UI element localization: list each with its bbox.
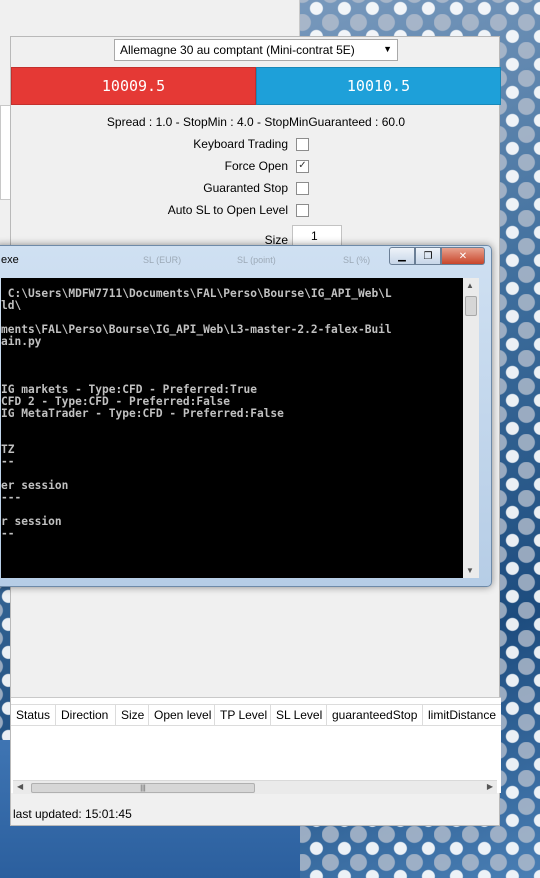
console-text: C:\Users\MDFW7711\Documents\FAL\Perso\Bo… xyxy=(1,288,463,564)
price-row: 10009.5 10010.5 xyxy=(11,67,501,105)
column-header[interactable]: Size xyxy=(116,705,149,725)
horizontal-scrollbar[interactable]: ◀ ||| ▶ xyxy=(13,780,497,794)
ghost-header: SL (%) xyxy=(343,255,371,265)
size-input[interactable]: 1 xyxy=(292,225,342,247)
option-guaranted-stop[interactable]: Guaranted Stop xyxy=(11,179,309,197)
scroll-down-icon[interactable]: ▼ xyxy=(466,566,474,575)
maximize-button[interactable]: ❐ xyxy=(415,247,441,265)
minimize-button[interactable]: ▁ xyxy=(389,247,415,265)
force-open-checkbox[interactable]: ✓ xyxy=(296,159,309,173)
close-icon: ✕ xyxy=(458,250,468,262)
console-line: C:\Users\MDFW7711\Documents\FAL\Perso\Bo… xyxy=(1,287,392,300)
minimize-icon: ▁ xyxy=(398,250,406,262)
spread-info: Spread : 1.0 - StopMin : 4.0 - StopMinGu… xyxy=(106,115,406,129)
auto-sl-checkbox[interactable] xyxy=(296,203,309,217)
console-line: ld\ xyxy=(1,299,22,312)
instrument-select[interactable]: Allemagne 30 au comptant (Mini-contrat 5… xyxy=(114,39,398,61)
option-label: Force Open xyxy=(224,159,288,173)
console-line: IG MetaTrader - Type:CFD - Preferred:Fal… xyxy=(1,407,284,420)
sell-price: 10009.5 xyxy=(101,77,166,95)
console-line: --- xyxy=(1,491,22,504)
console-line: ain.py xyxy=(1,335,42,348)
option-label: Keyboard Trading xyxy=(193,137,288,151)
column-header[interactable]: SL Level xyxy=(271,705,327,725)
ghost-header: SL (point) xyxy=(237,255,276,265)
scroll-left-icon[interactable]: ◀ xyxy=(17,782,23,791)
chevron-down-icon[interactable]: ▼ xyxy=(383,44,392,54)
console-line: TZ xyxy=(1,443,15,456)
console-window: exe SL (EUR) SL (point) SL (%) ▁ ❐ ✕ C:\… xyxy=(0,245,492,587)
option-force-open[interactable]: Force Open ✓ xyxy=(11,157,309,175)
column-header[interactable]: TP Level xyxy=(215,705,271,725)
close-button[interactable]: ✕ xyxy=(441,247,485,265)
size-value: 1 xyxy=(311,229,318,243)
vertical-scrollbar[interactable]: ▲ ▼ xyxy=(463,278,479,578)
sell-button[interactable]: 10009.5 xyxy=(11,67,256,105)
option-label: Guaranted Stop xyxy=(203,181,288,195)
console-line: ments\FAL\Perso\Bourse\IG_API_Web\L3-mas… xyxy=(1,323,392,336)
option-keyboard-trading[interactable]: Keyboard Trading xyxy=(11,135,309,153)
positions-table: Status Direction Size Open level TP Leve… xyxy=(11,697,501,794)
column-header[interactable]: Direction xyxy=(56,705,116,725)
option-label: Auto SL to Open Level xyxy=(167,203,288,217)
last-updated-text: last updated: 15:01:45 xyxy=(13,807,132,821)
scrollbar-thumb[interactable]: ||| xyxy=(31,783,255,793)
buy-button[interactable]: 10010.5 xyxy=(256,67,501,105)
instrument-select-value: Allemagne 30 au comptant (Mini-contrat 5… xyxy=(120,43,355,57)
option-auto-sl[interactable]: Auto SL to Open Level xyxy=(11,201,309,219)
checkmark-icon: ✓ xyxy=(298,160,307,171)
console-line: r session xyxy=(1,515,62,528)
scroll-right-icon[interactable]: ▶ xyxy=(487,782,493,791)
scroll-up-icon[interactable]: ▲ xyxy=(466,281,474,290)
console-line: er session xyxy=(1,479,69,492)
console-line: -- xyxy=(1,527,15,540)
console-line: -- xyxy=(1,455,15,468)
column-header[interactable]: guaranteedStop xyxy=(327,705,423,725)
table-header: Status Direction Size Open level TP Leve… xyxy=(11,704,501,726)
column-header[interactable]: Open level xyxy=(149,705,215,725)
buy-price: 10010.5 xyxy=(346,77,411,95)
keyboard-trading-checkbox[interactable] xyxy=(296,137,309,151)
console-output[interactable]: C:\Users\MDFW7711\Documents\FAL\Perso\Bo… xyxy=(1,278,479,578)
scrollbar-thumb[interactable] xyxy=(465,296,477,316)
status-bar: last updated: 15:01:45 xyxy=(11,801,501,827)
window-controls: ▁ ❐ ✕ xyxy=(389,247,485,265)
guaranted-stop-checkbox[interactable] xyxy=(296,181,309,195)
ghost-header: SL (EUR) xyxy=(143,255,182,265)
console-title: exe xyxy=(1,254,19,266)
column-header[interactable]: Status xyxy=(11,705,56,725)
column-header[interactable]: limitDistance xyxy=(423,705,501,725)
restore-icon: ❐ xyxy=(423,250,433,262)
